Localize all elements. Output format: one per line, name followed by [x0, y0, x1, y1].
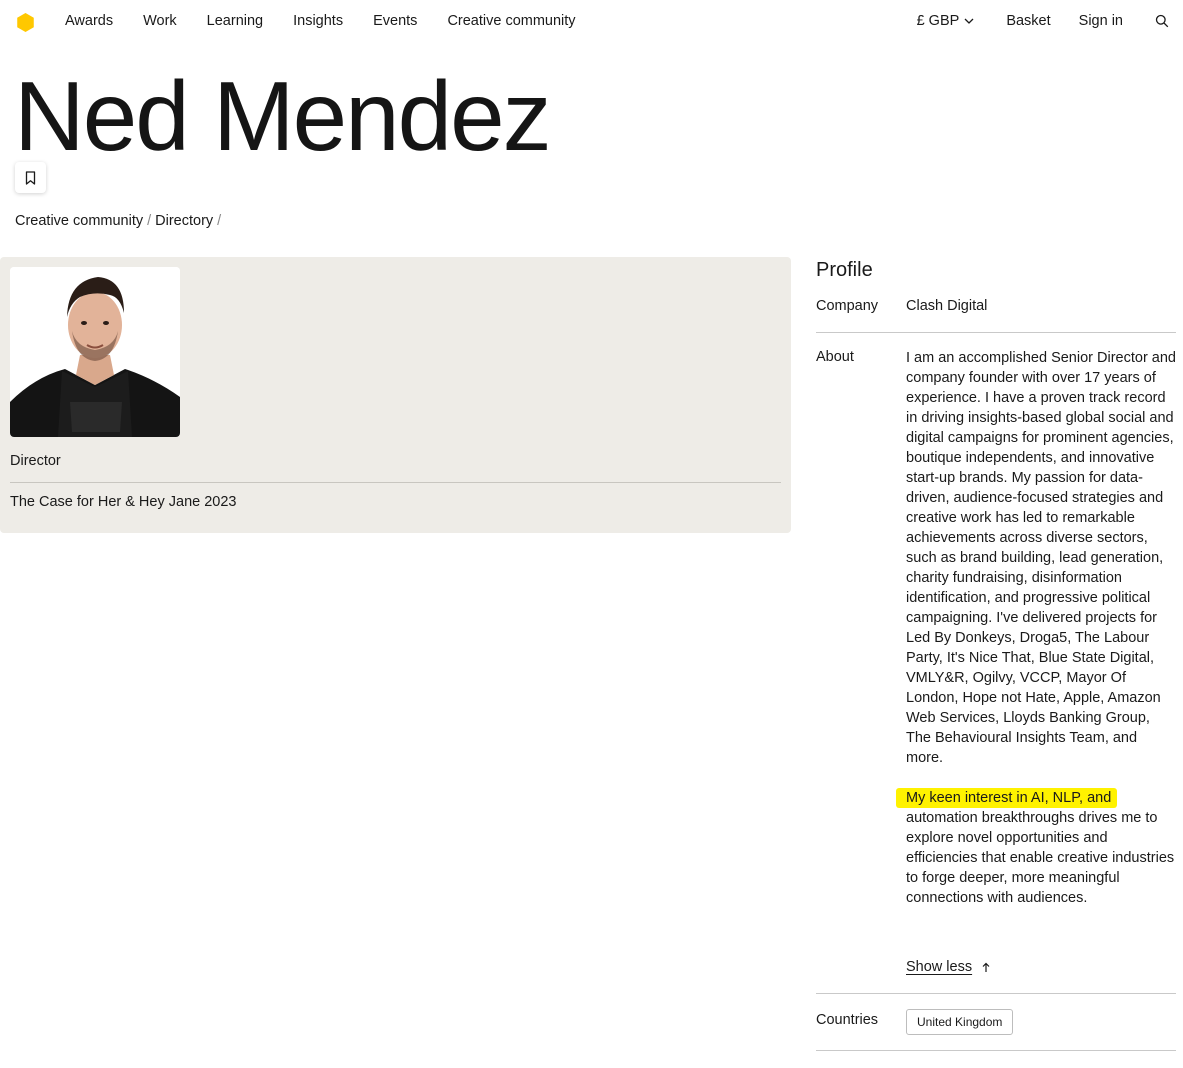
- about-paragraph-2-rest: automation breakthroughs drives me to ex…: [906, 810, 1175, 906]
- divider: [816, 332, 1176, 333]
- chevron-down-icon: [964, 18, 974, 24]
- avatar-image: [10, 267, 180, 437]
- highlighted-text: My keen interest in AI, NLP, and: [896, 788, 1118, 808]
- bookmark-icon: [25, 170, 36, 185]
- basket-link[interactable]: Basket: [1006, 13, 1050, 29]
- divider: [816, 1050, 1176, 1051]
- breadcrumb-separator: /: [217, 213, 222, 229]
- breadcrumb-directory[interactable]: Directory: [155, 213, 213, 229]
- top-navigation: Awards Work Learning Insights Events Cre…: [0, 0, 1183, 44]
- divider: [816, 993, 1176, 994]
- nav-insights[interactable]: Insights: [293, 13, 343, 29]
- profile-panel: Profile Company Clash Digital About I am…: [816, 257, 1176, 1051]
- nav-work[interactable]: Work: [143, 13, 177, 29]
- country-chip[interactable]: United Kingdom: [906, 1009, 1014, 1035]
- show-less-button[interactable]: Show less: [906, 959, 990, 975]
- about-paragraph-1: I am an accomplished Senior Director and…: [906, 350, 1176, 766]
- about-text: I am an accomplished Senior Director and…: [896, 348, 1178, 928]
- company-label: Company: [816, 298, 879, 314]
- breadcrumb-separator: /: [147, 213, 152, 229]
- search-icon[interactable]: [1155, 14, 1169, 28]
- breadcrumb-creative-community[interactable]: Creative community: [15, 213, 143, 229]
- member-card: Director The Case for Her & Hey Jane 202…: [0, 257, 791, 533]
- about-paragraph-2: My keen interest in AI, NLP, and automat…: [896, 788, 1178, 908]
- nav-awards[interactable]: Awards: [65, 13, 113, 29]
- nav-utilities: £ GBP Basket Sign in: [917, 13, 1169, 29]
- company-value: Clash Digital: [906, 298, 988, 314]
- about-label: About: [816, 349, 854, 365]
- breadcrumb: Creative community / Directory /: [15, 213, 225, 229]
- divider: [10, 482, 781, 483]
- sign-in-link[interactable]: Sign in: [1079, 13, 1123, 29]
- bookmark-button[interactable]: [15, 162, 46, 193]
- nav-events[interactable]: Events: [373, 13, 417, 29]
- primary-nav: Awards Work Learning Insights Events Cre…: [65, 13, 606, 29]
- page-title: Ned Mendez: [14, 61, 552, 171]
- avatar: [10, 267, 180, 437]
- nav-creative-community[interactable]: Creative community: [447, 13, 575, 29]
- countries-label: Countries: [816, 1012, 879, 1028]
- profile-heading: Profile: [816, 259, 873, 281]
- nav-learning[interactable]: Learning: [207, 13, 263, 29]
- award-entry-link[interactable]: The Case for Her & Hey Jane 2023: [10, 494, 236, 510]
- member-role: Director: [10, 453, 61, 469]
- currency-selector[interactable]: £ GBP: [917, 13, 975, 29]
- show-less-label: Show less: [906, 959, 973, 975]
- logo-icon[interactable]: [16, 13, 35, 32]
- currency-label: £ GBP: [916, 13, 960, 29]
- arrow-up-icon: [982, 962, 990, 972]
